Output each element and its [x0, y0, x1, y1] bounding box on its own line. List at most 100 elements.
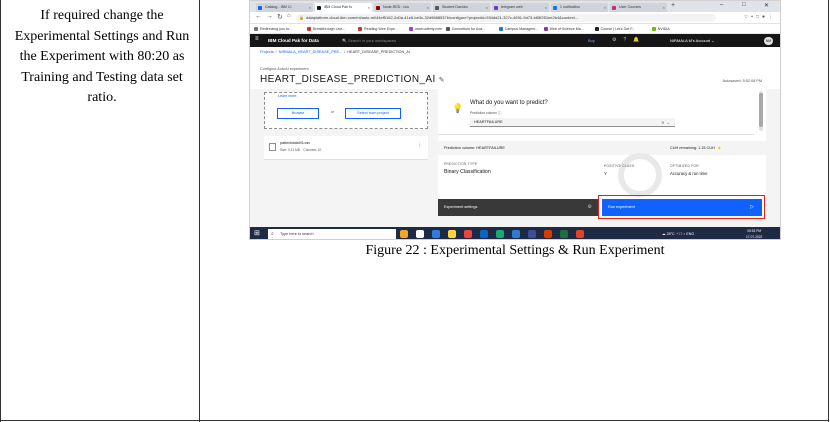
taskbar-app-icon[interactable]	[416, 230, 424, 238]
decorative-ring	[618, 153, 662, 197]
taskbar-app-icon[interactable]	[432, 230, 440, 238]
bookmark-item[interactable]: Reading Wire Expe...	[358, 25, 398, 33]
tab-favicon-icon	[553, 5, 557, 10]
system-tray[interactable]: ☁ 28°C ^ ☐ ♪ ENG	[662, 227, 695, 239]
file-size: Size: 0.21 MB	[280, 148, 300, 152]
bookmark-item[interactable]: Breakthrough Live...	[307, 25, 345, 33]
bookmark-item[interactable]: Campus Managem...	[498, 25, 538, 33]
bookmark-favicon-icon	[409, 27, 414, 31]
bookmark-favicon-icon	[498, 27, 503, 31]
back-arrow-icon[interactable]: ←	[255, 13, 262, 20]
reload-icon[interactable]: ↻	[277, 13, 283, 21]
windows-start-icon[interactable]: ⊞	[254, 230, 260, 238]
maximize-icon[interactable]: □	[742, 2, 746, 8]
header-icons[interactable]: ⚙?🔔	[612, 34, 647, 47]
clock-date: 17-07-2022	[746, 235, 763, 239]
breadcrumb-project[interactable]: NIRMALA_HEART_DISEASE_PRE...	[279, 50, 342, 54]
hamburger-menu-icon[interactable]: ≡	[255, 36, 259, 42]
highlight-annotation-box	[598, 195, 765, 219]
panel-scrollbar[interactable]	[759, 91, 763, 131]
lightbulb-icon: 💡	[452, 103, 464, 113]
tab-close-icon[interactable]: ×	[309, 3, 311, 12]
browser-tab[interactable]: 1 notification ×	[551, 3, 608, 12]
taskbar-search[interactable]: ⌕ Type here to search	[268, 229, 396, 239]
browser-tab[interactable]: Catalog - IBM Cl ×	[256, 3, 313, 12]
browser-tab[interactable]: Student Dashbo ×	[433, 3, 490, 12]
home-icon[interactable]: ⌂	[287, 13, 291, 19]
learn-more-link[interactable]: Learn more.	[278, 94, 297, 98]
minimize-icon[interactable]: –	[720, 2, 723, 8]
tab-close-icon[interactable]: ×	[427, 3, 429, 12]
experiment-settings-button[interactable]: Experiment settings ⚙	[438, 199, 598, 216]
browser-tab[interactable]: User Courses ×	[610, 3, 667, 12]
windows-taskbar: ⊞ ⌕ Type here to search ☁ 28°C ^ ☐ ♪ ENG…	[250, 227, 780, 239]
bookmark-item[interactable]: Redirecting you to...	[254, 25, 292, 33]
search-icon: ⌕	[271, 231, 274, 237]
bookmark-label: Redirecting you to...	[260, 27, 292, 31]
bookmark-label: Reading Wire Expe...	[364, 27, 399, 31]
taskbar-app-icon[interactable]	[576, 230, 584, 238]
language-indicator: ENG	[686, 232, 695, 236]
browse-button[interactable]: Browse	[277, 108, 319, 119]
bookmark-item[interactable]: Consortium for Aca...	[445, 25, 486, 33]
data-file-card[interactable]: patientdataV6.csv Size: 0.21 MB Columns:…	[264, 136, 428, 160]
taskbar-app-icon[interactable]	[544, 230, 552, 238]
new-tab-icon[interactable]: +	[671, 2, 675, 9]
taskbar-app-icon[interactable]	[560, 230, 568, 238]
file-overflow-menu-icon[interactable]: ⋮	[417, 142, 422, 148]
taskbar-app-icon[interactable]	[512, 230, 520, 238]
data-source-panel: Learn more. Browse or Select from projec…	[258, 92, 428, 212]
browser-tab[interactable]: telegram web ×	[492, 3, 549, 12]
experiment-settings-label: Experiment settings	[444, 205, 478, 209]
configure-label: Configure AutoAI experiment	[260, 67, 309, 71]
clear-and-chevron-icon[interactable]: ✕ ⌄	[661, 118, 670, 127]
bookmark-item[interactable]: www.udemy.com	[409, 25, 442, 33]
taskbar-app-icon[interactable]	[496, 230, 504, 238]
workspace-search[interactable]: 🔍 Search in your workspaces	[342, 34, 396, 47]
account-name: NIRMALA M's Account	[670, 38, 711, 43]
bookmark-label: Consortium for Aca...	[451, 27, 486, 31]
bookmark-favicon-icon	[254, 27, 258, 31]
taskbar-app-icon[interactable]	[448, 230, 456, 238]
or-label: or	[331, 110, 335, 114]
data-drop-zone[interactable]: Learn more. Browse or Select from projec…	[264, 92, 428, 129]
close-window-icon[interactable]: ✕	[764, 2, 769, 9]
edit-pencil-icon[interactable]: ✎	[439, 77, 445, 84]
bookmark-item[interactable]: Course | Let's Get F...	[594, 25, 635, 33]
extension-icons[interactable]: ☆▪□●⋮	[744, 14, 776, 20]
tab-close-icon[interactable]: ×	[368, 3, 370, 12]
tab-favicon-icon	[494, 5, 498, 10]
avatar[interactable]: NM	[764, 36, 773, 45]
browser-tab[interactable]: Node-RED : ncu ×	[374, 3, 431, 12]
table-column-divider	[199, 0, 200, 422]
browser-tab[interactable]: IBM Cloud Pak fo ×	[315, 3, 372, 12]
bookmark-item[interactable]: Web of Science Ma...	[543, 25, 584, 33]
taskbar-clock[interactable]: 05:53 PM 17-07-2022	[746, 228, 763, 239]
tab-close-icon[interactable]: ×	[545, 3, 547, 12]
breadcrumb-projects[interactable]: Projects	[260, 50, 274, 54]
tab-close-icon[interactable]: ×	[604, 3, 606, 12]
url-field[interactable]: 🔒 dataplatform.cloud.ibm.com/ml/auto-ml/…	[296, 14, 716, 22]
prediction-column-select[interactable]: HEARTFAILURE ✕ ⌄	[470, 118, 675, 127]
select-from-project-button[interactable]: Select from project	[345, 108, 401, 119]
bookmark-item[interactable]: NVIDIA	[651, 25, 670, 33]
taskbar-app-icon[interactable]	[400, 230, 408, 238]
tab-close-icon[interactable]: ×	[486, 3, 488, 12]
file-icon	[269, 143, 276, 151]
taskbar-app-icon[interactable]	[480, 230, 488, 238]
figure-caption: Figure 22 : Experimental Settings & Run …	[365, 243, 665, 258]
bookmarks-bar: Redirecting you to... Breakthrough Live..…	[250, 24, 780, 34]
buy-link[interactable]: Buy	[588, 34, 595, 47]
experiment-title: HEART_DISEASE_PREDICTION_AI	[260, 74, 436, 85]
taskbar-app-icon[interactable]	[528, 230, 536, 238]
scrollbar-thumb[interactable]	[759, 93, 763, 127]
account-switcher[interactable]: NIRMALA M's Account ⌄	[670, 34, 715, 47]
tab-label: Node-RED : ncu	[383, 5, 410, 9]
weather-text: 28°C	[666, 232, 675, 236]
tab-close-icon[interactable]: ×	[663, 3, 665, 12]
breadcrumb-current: HEART_DISEASE_PREDICTION_AI	[347, 50, 410, 54]
forward-arrow-icon[interactable]: →	[266, 13, 273, 20]
product-brand: IBM Cloud Pak for Data	[268, 38, 319, 43]
taskbar-app-icon[interactable]	[464, 230, 472, 238]
taskbar-apps	[400, 229, 620, 239]
